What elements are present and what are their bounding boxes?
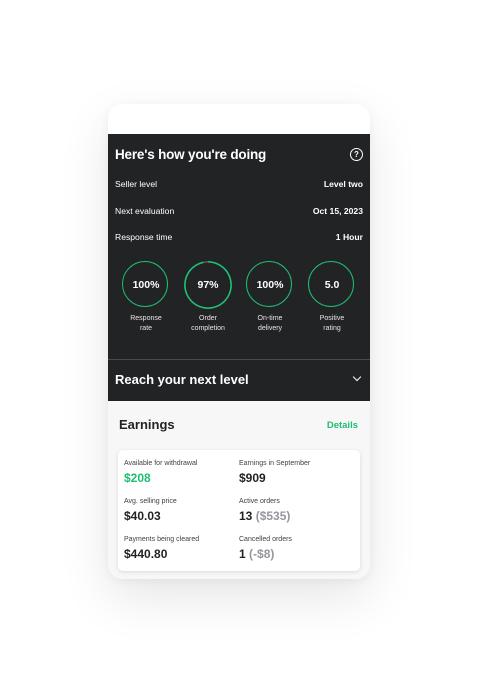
earnings-item-value: $208 bbox=[124, 471, 151, 485]
chevron-down-icon[interactable] bbox=[352, 372, 362, 382]
metric-on-time-delivery: 100% bbox=[246, 261, 294, 309]
earnings-item-extra: (-$8) bbox=[249, 547, 275, 561]
metric-response-rate: 100% bbox=[122, 261, 170, 309]
metric-label-line: Response bbox=[130, 315, 162, 322]
metric-value: 100% bbox=[256, 279, 284, 291]
earnings-item-label: Payments being cleared bbox=[124, 536, 200, 543]
earnings-item-september: Earnings in September $909 bbox=[239, 460, 354, 485]
divider bbox=[108, 359, 370, 360]
metric-label: On-time delivery bbox=[239, 314, 301, 333]
earnings-card: Available for withdrawal $208 Earnings i… bbox=[118, 450, 360, 571]
earnings-item-value: $909 bbox=[239, 471, 266, 485]
metric-label-line: Order bbox=[199, 315, 217, 322]
earnings-item-value: $440.80 bbox=[124, 547, 168, 561]
metric-value: 5.0 bbox=[324, 279, 340, 291]
earnings-item-extra: ($535) bbox=[255, 509, 291, 523]
metric-label-line: Positive bbox=[319, 315, 345, 322]
phone-frame: Here's how you're doing ? Seller level L… bbox=[108, 104, 370, 579]
earnings-item-label: Avg. selling price bbox=[124, 498, 177, 505]
metric-order-completion: 97% bbox=[184, 261, 232, 309]
metric-label-line: delivery bbox=[257, 324, 283, 332]
earnings-item-label: Earnings in September bbox=[239, 460, 311, 467]
stat-value: Level two bbox=[323, 179, 363, 189]
stat-row-seller-level: Seller level Level two bbox=[115, 179, 363, 189]
performance-panel: Here's how you're doing ? Seller level L… bbox=[108, 134, 370, 401]
stat-row-next-evaluation: Next evaluation Oct 15, 2023 bbox=[115, 206, 363, 216]
panel-title: Here's how you're doing bbox=[115, 147, 267, 162]
metric-label-line: rate bbox=[139, 324, 153, 332]
earnings-item-label: Cancelled orders bbox=[239, 536, 292, 543]
earnings-item-payments-clearing: Payments being cleared $440.80 bbox=[124, 536, 239, 561]
metric-value: 97% bbox=[197, 279, 219, 291]
earnings-section: Earnings Details Available for withdrawa… bbox=[108, 401, 370, 579]
metric-label-line: On-time bbox=[257, 315, 283, 322]
stat-value: 1 Hour bbox=[335, 232, 363, 242]
metric-positive-rating: 5.0 bbox=[308, 261, 356, 309]
earnings-item-cancelled-orders: Cancelled orders 1 (-$8) bbox=[239, 536, 354, 561]
question-circle-icon[interactable]: ? bbox=[350, 148, 363, 161]
metric-label-line: rating bbox=[323, 324, 341, 332]
metric-label: Order completion bbox=[177, 314, 239, 333]
metric-value: 100% bbox=[132, 279, 160, 291]
stat-label: Response time bbox=[115, 232, 173, 242]
earnings-item-label: Available for withdrawal bbox=[124, 460, 198, 467]
metric-label: Positive rating bbox=[301, 314, 363, 333]
earnings-item-value-group: 13 ($535) bbox=[239, 509, 354, 523]
metric-label-line: completion bbox=[191, 324, 225, 332]
earnings-item-value: 1 bbox=[239, 547, 246, 561]
earnings-item-value-group: 1 (-$8) bbox=[239, 547, 354, 561]
details-link[interactable]: Details bbox=[327, 420, 358, 431]
next-level-toggle[interactable]: Reach your next level bbox=[115, 372, 249, 387]
stat-label: Seller level bbox=[115, 179, 158, 189]
earnings-item-value: 13 bbox=[239, 509, 253, 523]
metric-label: Response rate bbox=[115, 314, 177, 333]
stat-label: Next evaluation bbox=[115, 206, 175, 216]
earnings-title: Earnings bbox=[119, 417, 175, 432]
earnings-item-avg-price: Avg. selling price $40.03 bbox=[124, 498, 239, 523]
earnings-item-active-orders: Active orders 13 ($535) bbox=[239, 498, 354, 523]
earnings-item-value: $40.03 bbox=[124, 509, 161, 523]
stat-value: Oct 15, 2023 bbox=[312, 206, 363, 216]
earnings-item-label: Active orders bbox=[239, 498, 280, 505]
stat-row-response-time: Response time 1 Hour bbox=[115, 232, 363, 242]
earnings-item-available: Available for withdrawal $208 bbox=[124, 460, 239, 485]
